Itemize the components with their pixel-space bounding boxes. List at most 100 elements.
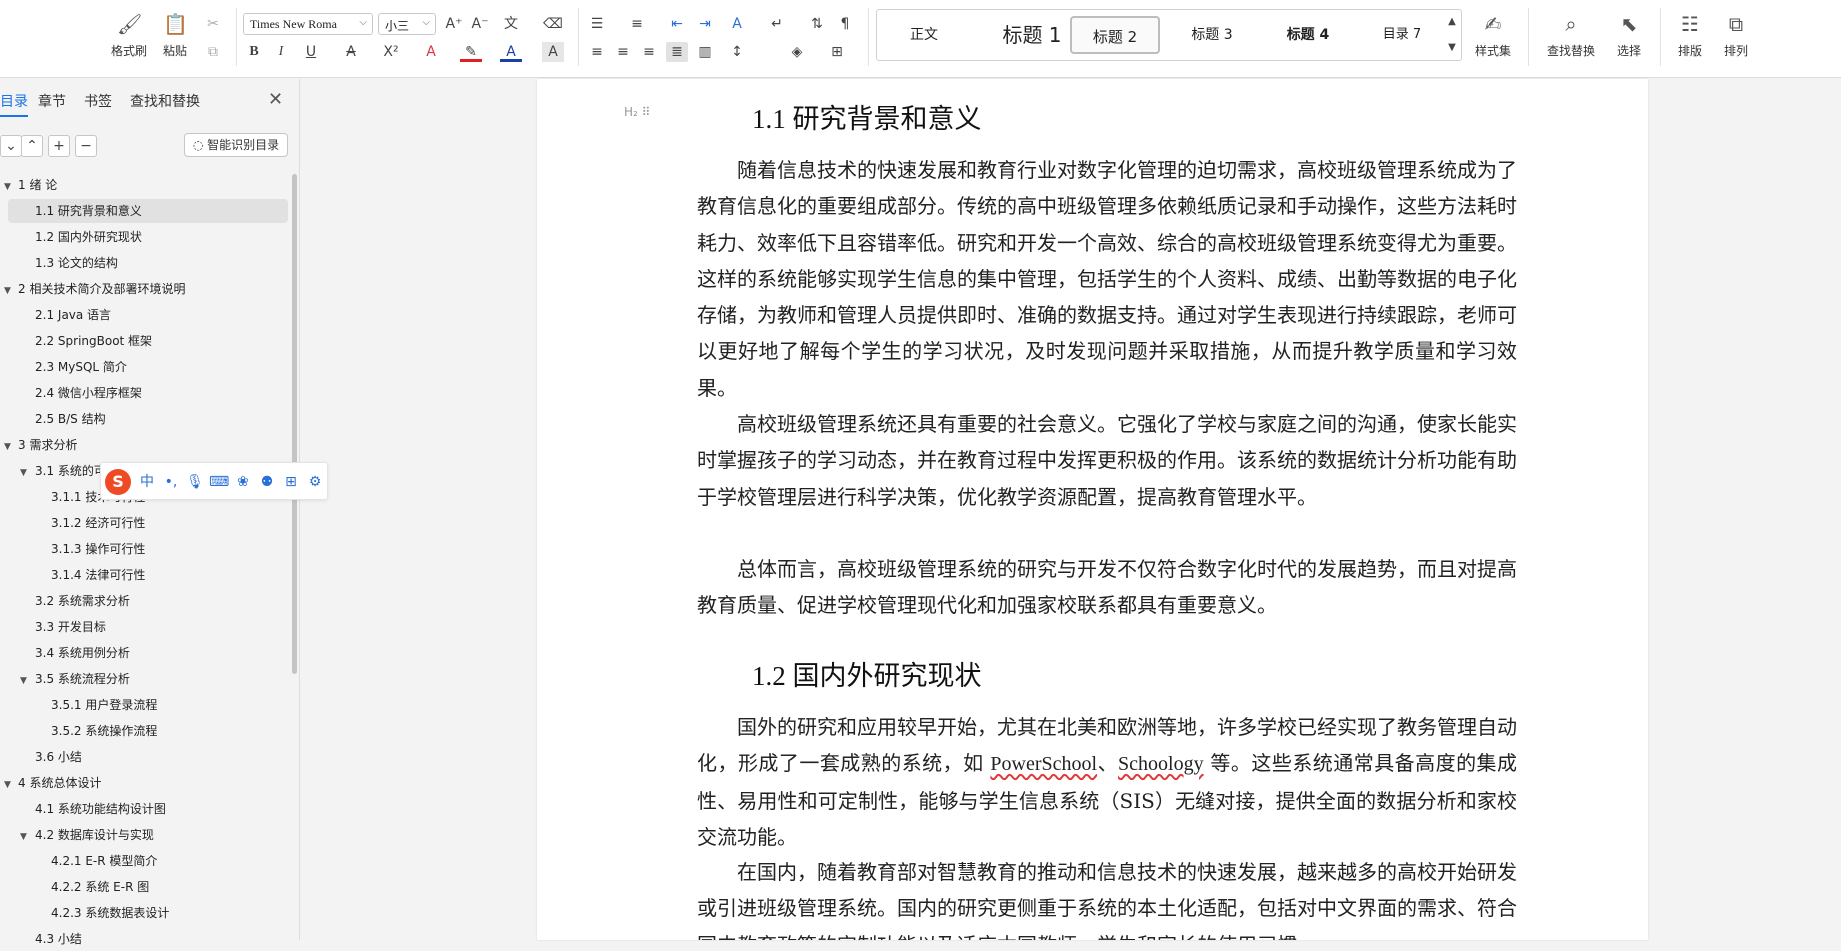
select-button[interactable]: ⬉ 选择 — [1604, 12, 1654, 59]
style-normal[interactable]: 正文 — [889, 16, 959, 54]
align-center-icon[interactable]: ≡ — [612, 42, 634, 62]
decrease-indent-icon[interactable]: ⇤ — [666, 14, 688, 34]
copy-icon[interactable]: ⧉ — [202, 42, 224, 62]
collapse-all-icon[interactable]: ⌄ — [0, 135, 22, 157]
style-toc-7[interactable]: 目录 7 — [1359, 16, 1445, 54]
format-painter-button[interactable]: 🖌 格式刷 — [106, 12, 152, 59]
highlight-icon[interactable]: ✎ — [460, 42, 482, 62]
layout-button[interactable]: ☷ 排版 — [1666, 12, 1714, 59]
toc-item[interactable]: 2.2 SpringBoot 框架 — [0, 329, 290, 353]
toc-label: 2.3 MySQL 简介 — [35, 360, 127, 374]
more-styles-icon[interactable]: ▼ — [1441, 38, 1463, 58]
ime-mode[interactable]: 中 — [137, 472, 157, 492]
align-right-icon[interactable]: ≡ — [638, 42, 660, 62]
font-color-icon[interactable]: A — [500, 42, 522, 62]
style-heading-4[interactable]: 标题 4 — [1263, 16, 1353, 54]
toc-item[interactable]: 3.4 系统用例分析 — [0, 641, 290, 665]
cut-icon[interactable]: ✂ — [202, 14, 224, 34]
sogou-logo-icon[interactable]: S — [105, 469, 131, 495]
text-direction-icon[interactable]: A — [726, 14, 748, 34]
line-spacing-icon[interactable]: ↕ — [726, 42, 748, 62]
find-replace-button[interactable]: ⌕ 查找替换 — [1540, 12, 1602, 59]
clear-format-icon[interactable]: ⌫ — [542, 14, 564, 34]
heading-level-marker[interactable]: H₂ ⠿ — [624, 105, 650, 119]
toc-item[interactable]: 1.3 论文的结构 — [0, 251, 290, 275]
toc-item[interactable]: 3.5.1 用户登录流程 — [0, 693, 290, 717]
border-icon[interactable]: ⊞ — [826, 42, 848, 62]
char-shading-icon[interactable]: A — [542, 42, 564, 62]
phonetic-guide-icon[interactable]: 文 — [500, 14, 522, 34]
toc-item[interactable]: 3.5.2 系统操作流程 — [0, 719, 290, 743]
toc-item[interactable]: ▼ 4.2 数据库设计与实现 — [0, 823, 290, 847]
toc-item[interactable]: 3.6 小结 — [0, 745, 290, 769]
tab-sections[interactable]: 章节 — [38, 91, 66, 111]
remove-heading-icon[interactable]: − — [75, 135, 97, 157]
text-effect-icon[interactable]: A — [420, 42, 442, 62]
nav-scrollbar[interactable] — [292, 174, 297, 674]
toc-item[interactable]: ▼ 1 绪 论 — [0, 173, 290, 197]
toc-item[interactable]: 3.1.4 法律可行性 — [0, 563, 290, 587]
toc-item[interactable]: 2.1 Java 语言 — [0, 303, 290, 327]
toc-item[interactable]: 4.2.2 系统 E-R 图 — [0, 875, 290, 899]
toc-item[interactable]: 3.1.3 操作可行性 — [0, 537, 290, 561]
numbered-list-icon[interactable]: ≡ — [626, 14, 648, 34]
grow-font-icon[interactable]: A⁺ — [443, 14, 465, 34]
toc-item[interactable]: 2.3 MySQL 简介 — [0, 355, 290, 379]
microphone-icon[interactable]: 🎙 — [185, 472, 205, 492]
toc-item[interactable]: 4.2.1 E-R 模型简介 — [0, 849, 290, 873]
bold-icon[interactable]: B — [243, 42, 265, 62]
tab-find-replace[interactable]: 查找和替换 — [130, 91, 200, 111]
document-page[interactable]: H₂ ⠿ 1.1 研究背景和意义 随着信息技术的快速发展和教育行业对数字化管理的… — [537, 79, 1648, 940]
strikethrough-icon[interactable]: A — [340, 42, 362, 62]
toc-item[interactable]: ▼ 3.5 系统流程分析 — [0, 667, 290, 691]
keyboard-icon[interactable]: ⌨ — [209, 472, 229, 492]
toc-item[interactable]: 1.2 国内外研究现状 — [0, 225, 290, 249]
toc-item[interactable]: 3.2 系统需求分析 — [0, 589, 290, 613]
arrange-button[interactable]: ⧉ 排列 — [1712, 12, 1760, 59]
sort-icon[interactable]: ⇅ — [806, 14, 828, 34]
paste-button[interactable]: 📋 粘贴 — [152, 12, 198, 59]
underline-icon[interactable]: U — [300, 42, 322, 62]
style-heading-3[interactable]: 标题 3 — [1167, 16, 1257, 54]
toc-item-active[interactable]: 1.1 研究背景和意义 — [8, 199, 288, 223]
toolbox-icon[interactable]: ⊞ — [281, 472, 301, 492]
toc-item[interactable]: 2.4 微信小程序框架 — [0, 381, 290, 405]
italic-icon[interactable]: I — [270, 42, 292, 62]
style-set-button[interactable]: ✍ 样式集 — [1468, 12, 1518, 59]
settings-icon[interactable]: ⚙ — [305, 472, 325, 492]
skin-icon[interactable]: ❀ — [233, 472, 253, 492]
game-icon[interactable]: ⚉ — [257, 472, 277, 492]
bullet-list-icon[interactable]: ☰ — [586, 14, 608, 34]
tab-bookmarks[interactable]: 书签 — [84, 91, 112, 111]
smart-toc-button[interactable]: ◌ 智能识别目录 — [184, 133, 288, 157]
superscript-icon[interactable]: X² — [380, 42, 402, 62]
style-heading-2[interactable]: 标题 2 — [1070, 16, 1160, 54]
scroll-up-icon[interactable]: ▲ — [1441, 12, 1463, 32]
spellcheck-word[interactable]: PowerSchool — [990, 753, 1097, 775]
tab-toc[interactable]: 目录 — [0, 91, 28, 117]
toc-item[interactable]: ▼ 3 需求分析 — [0, 433, 290, 457]
toc-item[interactable]: ▼ 2 相关技术简介及部署环境说明 — [0, 277, 290, 301]
toc-item[interactable]: 4.3 小结 — [0, 927, 290, 951]
move-up-icon[interactable]: ⌃ — [21, 135, 43, 157]
increase-indent-icon[interactable]: ⇥ — [694, 14, 716, 34]
punctuation-icon[interactable]: •, — [161, 472, 181, 492]
shrink-font-icon[interactable]: A⁻ — [469, 14, 491, 34]
font-family-select[interactable]: Times New Roma ⌵ — [243, 13, 373, 35]
align-left-icon[interactable]: ≡ — [586, 42, 608, 62]
line-break-icon[interactable]: ↵ — [766, 14, 788, 34]
font-size-select[interactable]: 小三 ⌵ — [378, 13, 436, 35]
spellcheck-word[interactable]: Schoology — [1118, 753, 1204, 775]
toc-item[interactable]: ▼ 4 系统总体设计 — [0, 771, 290, 795]
toc-item[interactable]: 2.5 B/S 结构 — [0, 407, 290, 431]
add-heading-icon[interactable]: + — [48, 135, 70, 157]
shading-icon[interactable]: ◈ — [786, 42, 808, 62]
close-icon[interactable]: ✕ — [268, 89, 283, 110]
show-marks-icon[interactable]: ¶ — [834, 14, 856, 34]
justify-icon[interactable]: ≣ — [666, 42, 688, 62]
toc-item[interactable]: 3.3 开发目标 — [0, 615, 290, 639]
toc-item[interactable]: 4.1 系统功能结构设计图 — [0, 797, 290, 821]
toc-item[interactable]: 3.1.2 经济可行性 — [0, 511, 290, 535]
distributed-icon[interactable]: ▥ — [694, 42, 716, 62]
toc-item[interactable]: 4.2.3 系统数据表设计 — [0, 901, 290, 925]
